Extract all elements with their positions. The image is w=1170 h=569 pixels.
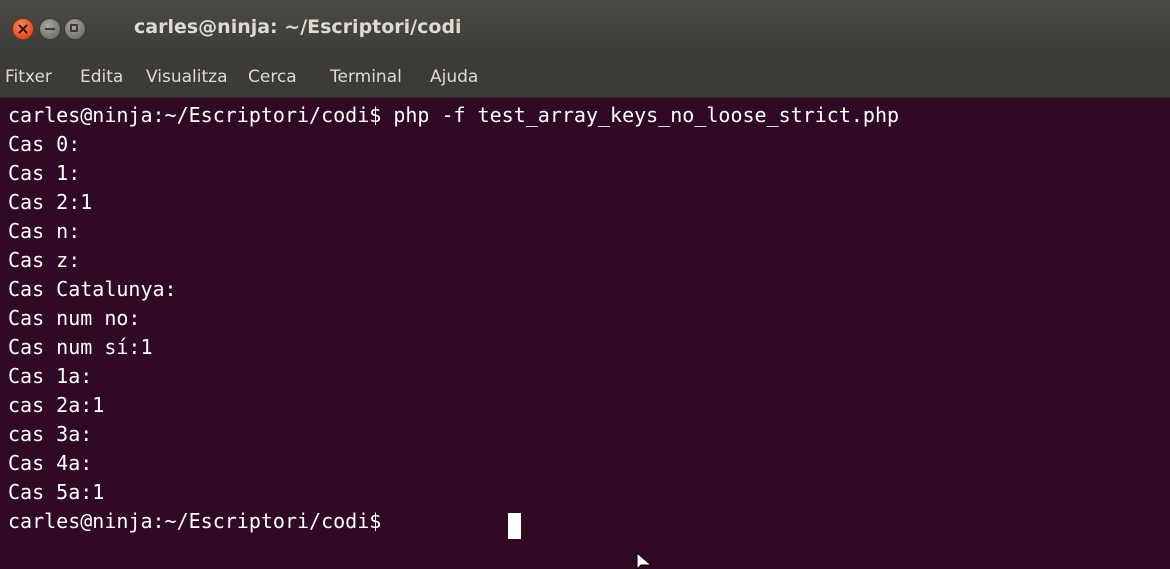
- text-cursor: [508, 513, 521, 539]
- menu-visualitza[interactable]: Visualitza: [146, 67, 227, 87]
- terminal-line: Cas Catalunya:: [8, 277, 177, 301]
- menu-edita[interactable]: Edita: [80, 67, 123, 87]
- terminal-line: Cas 0:: [8, 132, 81, 156]
- terminal-line: Cas num sí:1: [8, 335, 153, 359]
- terminal-line: Cas 2:1: [8, 190, 93, 214]
- terminal-line: Cas n:: [8, 219, 81, 243]
- terminal-line-command: carles@ninja:~/Escriptori/codi$ php -f t…: [8, 103, 900, 127]
- terminal-line: Cas 1:: [8, 161, 81, 185]
- terminal-line: cas 2a:1: [8, 393, 105, 417]
- terminal-output[interactable]: carles@ninja:~/Escriptori/codi$ php -f t…: [0, 98, 1170, 569]
- menu-terminal[interactable]: Terminal: [330, 67, 402, 87]
- terminal-line: Cas 5a:1: [8, 480, 105, 504]
- terminal-line-prompt: carles@ninja:~/Escriptori/codi$: [8, 509, 394, 533]
- minimize-icon[interactable]: [39, 18, 61, 40]
- terminal-line: Cas z:: [8, 248, 81, 272]
- terminal-line: Cas 4a:: [8, 451, 93, 475]
- terminal-line: Cas num no:: [8, 306, 141, 330]
- title-bar[interactable]: carles@ninja: ~/Escriptori/codi: [0, 0, 1170, 58]
- menu-ajuda[interactable]: Ajuda: [430, 67, 478, 87]
- menu-fitxer[interactable]: Fitxer: [5, 67, 52, 87]
- menu-cerca[interactable]: Cerca: [248, 67, 297, 87]
- mouse-pointer-icon: [636, 552, 652, 569]
- maximize-icon[interactable]: [64, 18, 86, 40]
- terminal-line: Cas 1a:: [8, 364, 93, 388]
- terminal-line: cas 3a:: [8, 422, 93, 446]
- terminal-window: carles@ninja: ~/Escriptori/codi Fitxer E…: [0, 0, 1170, 569]
- close-icon[interactable]: [12, 18, 34, 40]
- menu-bar: Fitxer Edita Visualitza Cerca Terminal A…: [0, 58, 1170, 98]
- window-title: carles@ninja: ~/Escriptori/codi: [134, 16, 462, 38]
